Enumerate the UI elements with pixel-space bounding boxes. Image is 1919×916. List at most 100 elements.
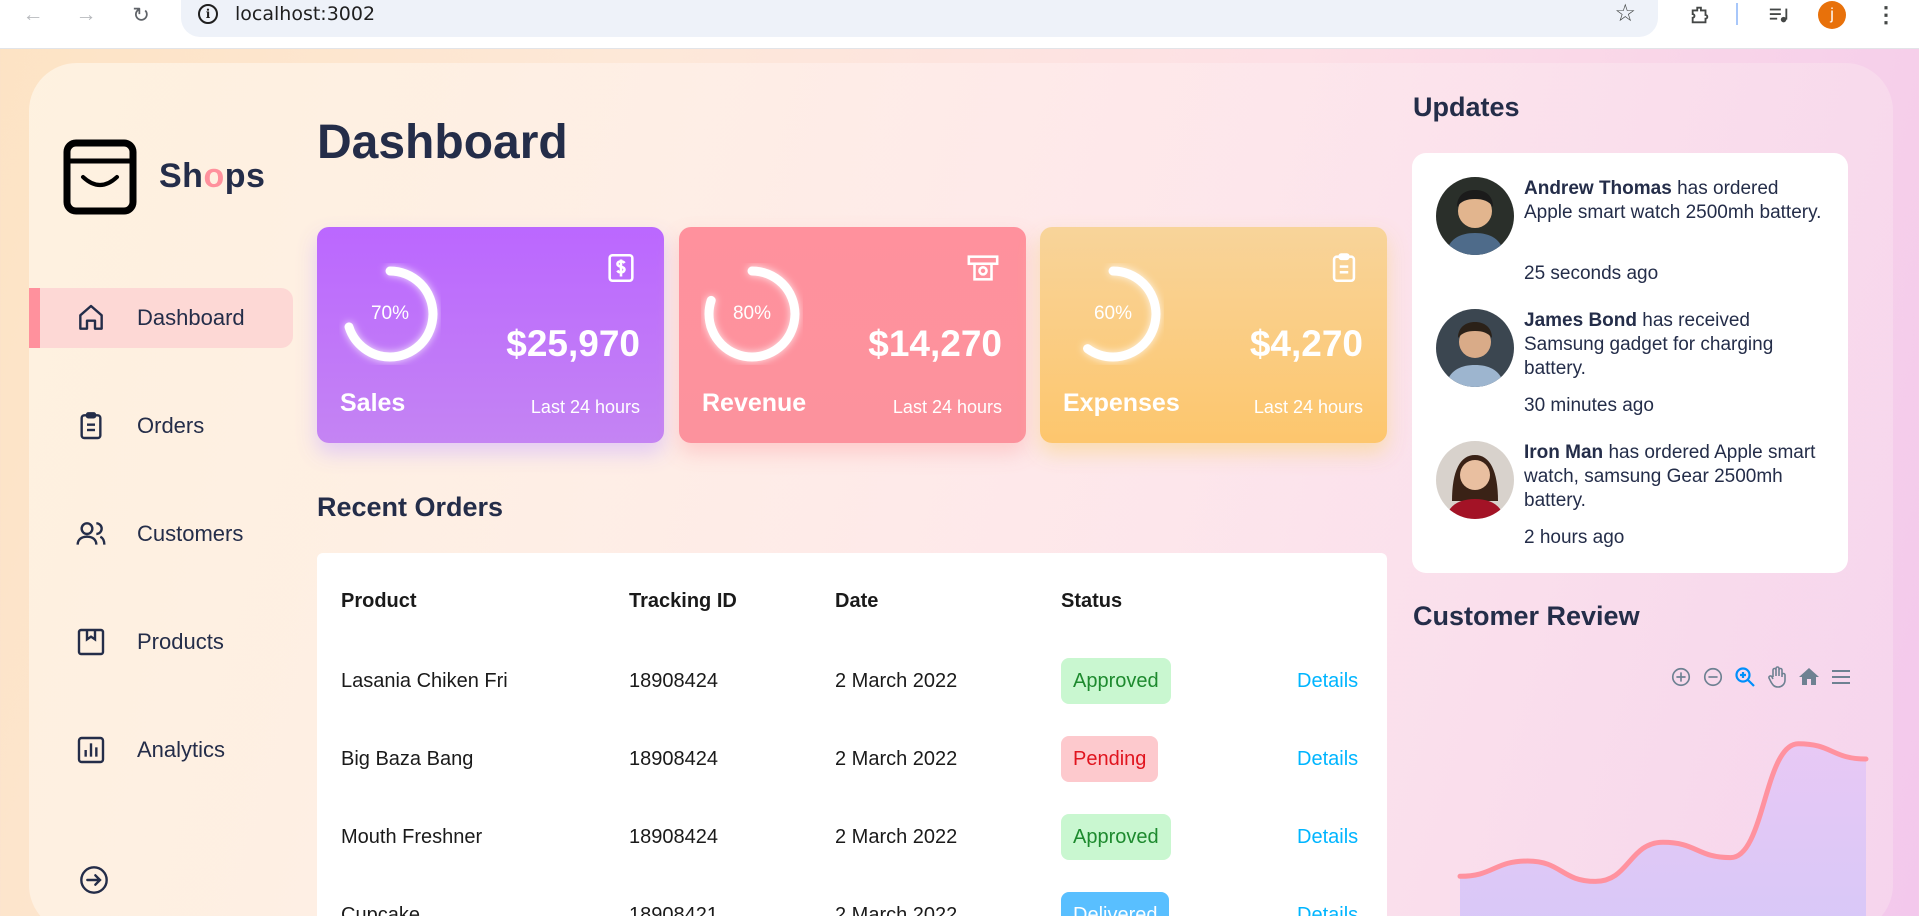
selection-zoom-icon[interactable] [1732,664,1758,690]
sidebar-item-dashboard[interactable]: Dashboard [29,288,293,348]
forward-icon[interactable]: → [71,1,101,29]
update-time: 30 minutes ago [1524,395,1654,416]
cell-tracking-id: 18908424 [629,670,718,692]
page-title: Dashboard [317,116,568,169]
card-value: $14,270 [868,323,1002,364]
sidebar-item-label: Orders [137,413,205,438]
sidebar-item-orders[interactable]: Orders [29,396,293,456]
updates-card: Andrew Thomas has ordered Apple smart wa… [1412,153,1848,573]
toolbar-divider [1736,3,1738,25]
sales-card[interactable]: 70% $25,970 Sales Last 24 hours [317,227,664,443]
brand-name: Shops [159,157,266,195]
table-row: Cupcake 18908421 2 March 2022 Delivered … [317,879,1387,916]
zoom-out-icon[interactable] [1700,664,1726,690]
sidebar-item-products[interactable]: Products [29,612,293,672]
chart-area [1460,743,1866,916]
orders-table: Product Tracking ID Date Status Lasania … [317,553,1387,916]
details-link[interactable]: Details [1297,826,1358,849]
update-text: Andrew Thomas has ordered Apple smart wa… [1524,178,1822,223]
home-icon [75,302,107,334]
avatar [1436,309,1514,387]
site-info-icon[interactable]: i [198,4,218,24]
column-header-product: Product [341,590,417,612]
recent-orders-title: Recent Orders [317,492,504,522]
sidebar-item-label: Analytics [137,737,226,762]
reload-icon[interactable]: ↻ [126,1,156,29]
users-icon [75,518,107,550]
sidebar-item-customers[interactable]: Customers [29,504,293,564]
table-row: Mouth Freshner 18908424 2 March 2022 App… [317,801,1387,879]
update-time: 25 seconds ago [1524,263,1659,284]
card-value: $25,970 [506,323,640,364]
extensions-icon[interactable] [1685,0,1715,30]
money-icon [966,251,1000,285]
profile-avatar[interactable]: j [1818,1,1846,29]
card-percent: 80% [732,303,772,324]
sidebar-item-label: Products [137,629,224,654]
reset-home-icon[interactable] [1796,664,1822,690]
column-header-tracking-id: Tracking ID [629,590,737,612]
cell-product: Cupcake [341,904,420,916]
cell-product: Mouth Freshner [341,826,483,848]
card-title: Revenue [702,389,807,417]
cell-tracking-id: 18908421 [629,904,718,916]
address-bar[interactable]: i localhost:3002 ☆ [181,0,1658,37]
logout-icon[interactable] [78,864,110,896]
details-link[interactable]: Details [1297,904,1358,916]
clipboard-icon [75,410,107,442]
card-subtitle: Last 24 hours [530,397,640,417]
table-row: Lasania Chiken Fri 18908424 2 March 2022… [317,645,1387,723]
card-value: $4,270 [1249,323,1363,364]
table-row: Big Baza Bang 18908424 2 March 2022 Pend… [317,723,1387,801]
update-time: 2 hours ago [1524,527,1625,548]
media-control-icon[interactable] [1764,0,1794,30]
update-text: Iron Man has ordered Apple smart watch, … [1524,442,1816,511]
clipboard-icon [1327,251,1361,285]
sidebar-item-analytics[interactable]: Analytics [29,720,293,780]
pan-icon[interactable] [1764,664,1790,690]
revenue-card[interactable]: 80% $14,270 Revenue Last 24 hours [679,227,1026,443]
card-title: Expenses [1063,389,1180,417]
dollar-icon [604,251,638,285]
cell-tracking-id: 18908424 [629,748,718,770]
avatar [1436,177,1514,255]
cell-product: Big Baza Bang [341,748,474,770]
zoom-in-icon[interactable] [1668,664,1694,690]
menu-icon[interactable] [1828,664,1854,690]
status-badge: Approved [1061,814,1171,860]
status-badge: Delivered [1061,892,1170,916]
column-header-status: Status [1061,590,1123,612]
expenses-card[interactable]: 60% $4,270 Expenses Last 24 hours [1040,227,1387,443]
cell-date: 2 March 2022 [835,826,958,848]
card-percent: 60% [1093,303,1133,324]
details-link[interactable]: Details [1297,748,1358,771]
app-container: Shops Dashboard Orders Customers Product… [29,63,1893,916]
bar-chart-icon [75,734,107,766]
back-icon[interactable]: ← [18,1,48,29]
column-header-date: Date [835,590,879,612]
url-text[interactable]: localhost:3002 [235,3,375,25]
status-badge: Approved [1061,658,1171,704]
browser-menu-icon[interactable]: ⋮ [1875,0,1897,30]
cell-product: Lasania Chiken Fri [341,670,508,692]
card-subtitle: Last 24 hours [892,397,1002,417]
browser-toolbar: ← → ↻ i localhost:3002 ☆ j ⋮ [0,0,1919,49]
card-percent: 70% [370,303,410,324]
sidebar-item-label: Customers [137,521,244,546]
details-link[interactable]: Details [1297,670,1358,693]
cell-date: 2 March 2022 [835,904,958,916]
card-title: Sales [340,389,406,417]
avatar [1436,441,1514,519]
cell-date: 2 March 2022 [835,670,958,692]
shop-bag-logo-icon [63,139,137,220]
chart-toolbar [1668,664,1854,690]
bookmark-star-icon[interactable]: ☆ [1614,0,1636,28]
customer-review-title: Customer Review [1413,601,1640,631]
sidebar-item-label: Dashboard [137,305,245,330]
update-text: James Bond has received Samsung gadget f… [1524,310,1774,379]
cell-date: 2 March 2022 [835,748,958,770]
package-icon [75,626,107,658]
card-subtitle: Last 24 hours [1253,397,1363,417]
status-badge: Pending [1061,736,1159,782]
updates-title: Updates [1413,92,1520,122]
